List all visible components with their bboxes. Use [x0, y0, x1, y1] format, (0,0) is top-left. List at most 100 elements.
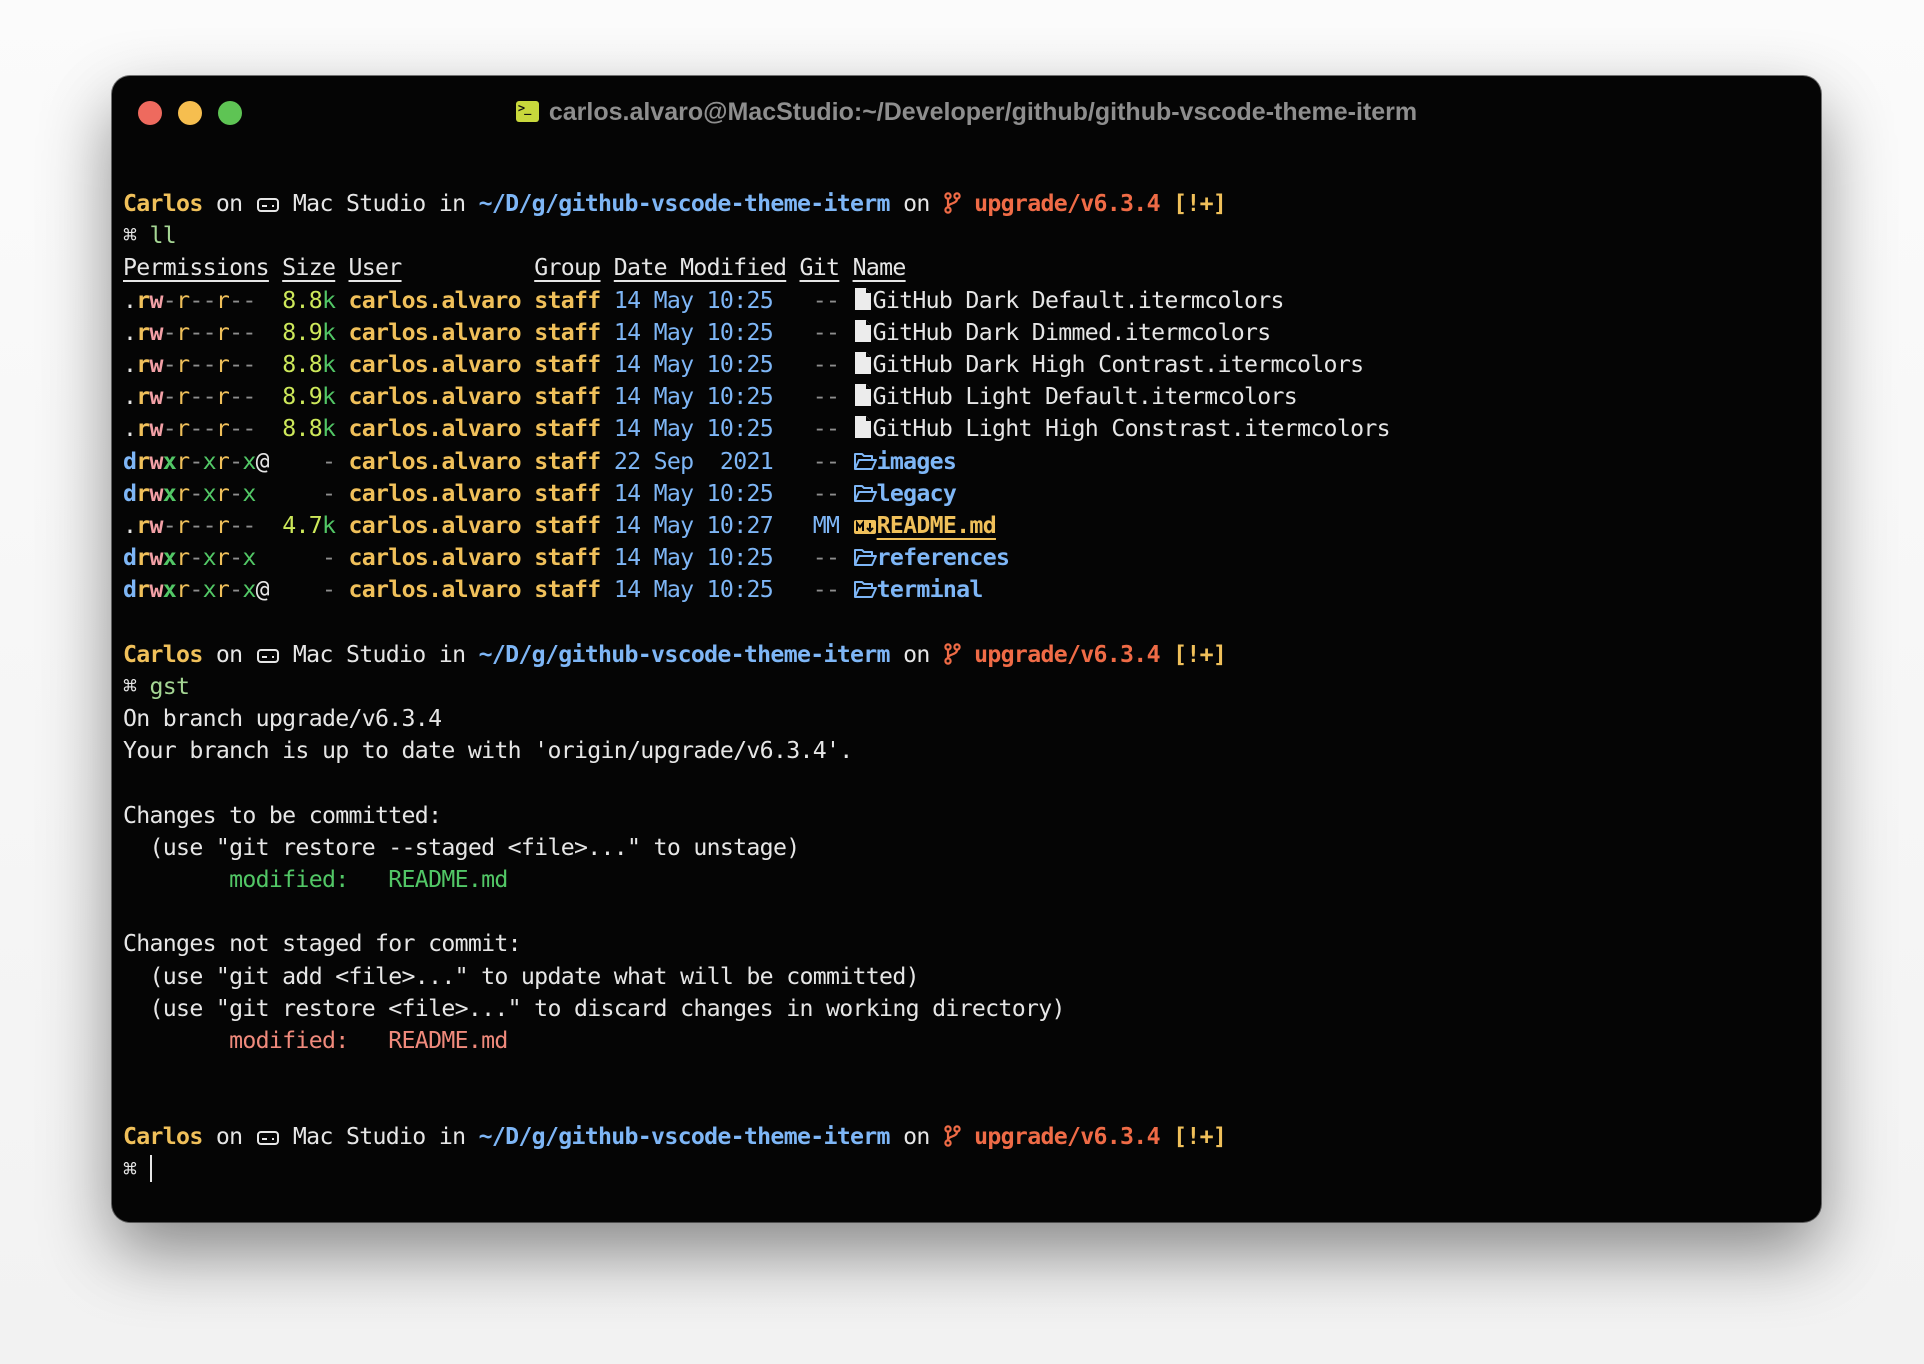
prompt-line: Carlos on Mac Studio in ~/D/g/github-vsc…: [123, 188, 1811, 220]
file-user: carlos.alvaro: [348, 576, 522, 604]
permission-char: r: [215, 286, 230, 314]
permission-char: .: [123, 318, 137, 346]
file-name[interactable]: terminal: [877, 576, 984, 603]
file-size-unit: k: [321, 415, 336, 443]
file-date: 14 May 10:25: [613, 544, 774, 572]
file-git-status: MM: [812, 511, 840, 539]
computer-icon: [256, 1124, 280, 1156]
file-user: carlos.alvaro: [348, 383, 522, 411]
file-git-status: --: [812, 415, 840, 443]
file-name[interactable]: references: [877, 544, 1010, 571]
file-size-unit: k: [321, 350, 336, 378]
file-size-unit: k: [321, 383, 336, 411]
permission-char: -: [202, 383, 217, 411]
file-size: 8.9: [282, 383, 322, 411]
permission-char: -: [189, 544, 203, 572]
permission-char: -: [229, 350, 243, 378]
permission-char: w: [149, 286, 164, 314]
column-header-group: Group: [534, 254, 601, 282]
prompt-branch: upgrade/v6.3.4: [960, 640, 1160, 668]
permission-char: -: [242, 286, 256, 314]
text-cursor[interactable]: [149, 1154, 152, 1182]
file-name[interactable]: GitHub Light High Constrast.itermcolors: [873, 415, 1391, 442]
prompt-symbol: ⌘: [123, 672, 150, 700]
file-group: staff: [534, 576, 601, 604]
terminal-output[interactable]: Carlos on Mac Studio in ~/D/g/github-vsc…: [123, 188, 1811, 1186]
git-output: Changes to be committed:: [123, 800, 1811, 832]
prompt-path: ~/D/g/github-vscode-theme-iterm: [478, 1123, 891, 1151]
command-line: ⌘ ll: [123, 220, 1811, 252]
file-name[interactable]: GitHub Dark Default.itermcolors: [873, 287, 1285, 314]
permission-char: r: [136, 544, 150, 572]
column-header-size: Size: [282, 254, 336, 282]
permission-char: w: [149, 576, 164, 604]
permission-char: x: [242, 576, 256, 604]
file-name[interactable]: GitHub Dark Dimmed.itermcolors: [873, 319, 1272, 346]
permission-char: -: [189, 350, 203, 378]
permission-char: r: [176, 576, 190, 604]
prompt-line: Carlos on Mac Studio in ~/D/g/github-vsc…: [123, 639, 1811, 671]
permission-char: -: [229, 318, 243, 346]
permission-char: -: [229, 511, 243, 539]
unstaged-hint: (use "git restore <file>..." to discard …: [123, 994, 1066, 1022]
git-output: (use "git restore --staged <file>..." to…: [123, 832, 1811, 864]
file-date: 14 May 10:25: [613, 576, 774, 604]
file-size-unit: k: [321, 511, 336, 539]
permission-char: r: [176, 383, 190, 411]
file-name[interactable]: GitHub Dark High Contrast.itermcolors: [873, 351, 1364, 378]
file-name[interactable]: README.md: [877, 512, 997, 539]
file-name[interactable]: GitHub Light Default.itermcolors: [873, 383, 1298, 410]
file-size: -: [321, 447, 336, 475]
permission-char: d: [123, 479, 137, 507]
file-size: -: [321, 544, 336, 572]
folder-icon: [853, 481, 877, 513]
permission-char: -: [229, 415, 243, 443]
file-user: carlos.alvaro: [348, 479, 522, 507]
prompt-git-status: [!+]: [1159, 190, 1227, 217]
prompt-text: on: [202, 640, 256, 668]
file-git-status: --: [812, 318, 840, 346]
terminal-icon: [515, 101, 539, 122]
permission-char: r: [136, 286, 150, 314]
prompt-text: on: [889, 640, 943, 668]
permission-char: @: [255, 576, 270, 604]
markdown-icon: [853, 513, 877, 545]
prompt-user: Carlos: [123, 1123, 203, 1151]
prompt-user: Carlos: [123, 640, 203, 668]
file-size: -: [321, 479, 336, 507]
file-row: .rw-r--r-- 8.9k carlos.alvaro staff 14 M…: [123, 317, 1811, 349]
prompt-branch: upgrade/v6.3.4: [960, 190, 1160, 217]
permission-char: @: [255, 447, 270, 475]
window-title-text: carlos.alvaro@MacStudio:~/Developer/gith…: [548, 98, 1418, 126]
prompt-text: in: [438, 190, 479, 217]
file-name[interactable]: legacy: [877, 480, 957, 507]
file-group: staff: [534, 415, 601, 443]
file-name[interactable]: images: [877, 448, 957, 475]
